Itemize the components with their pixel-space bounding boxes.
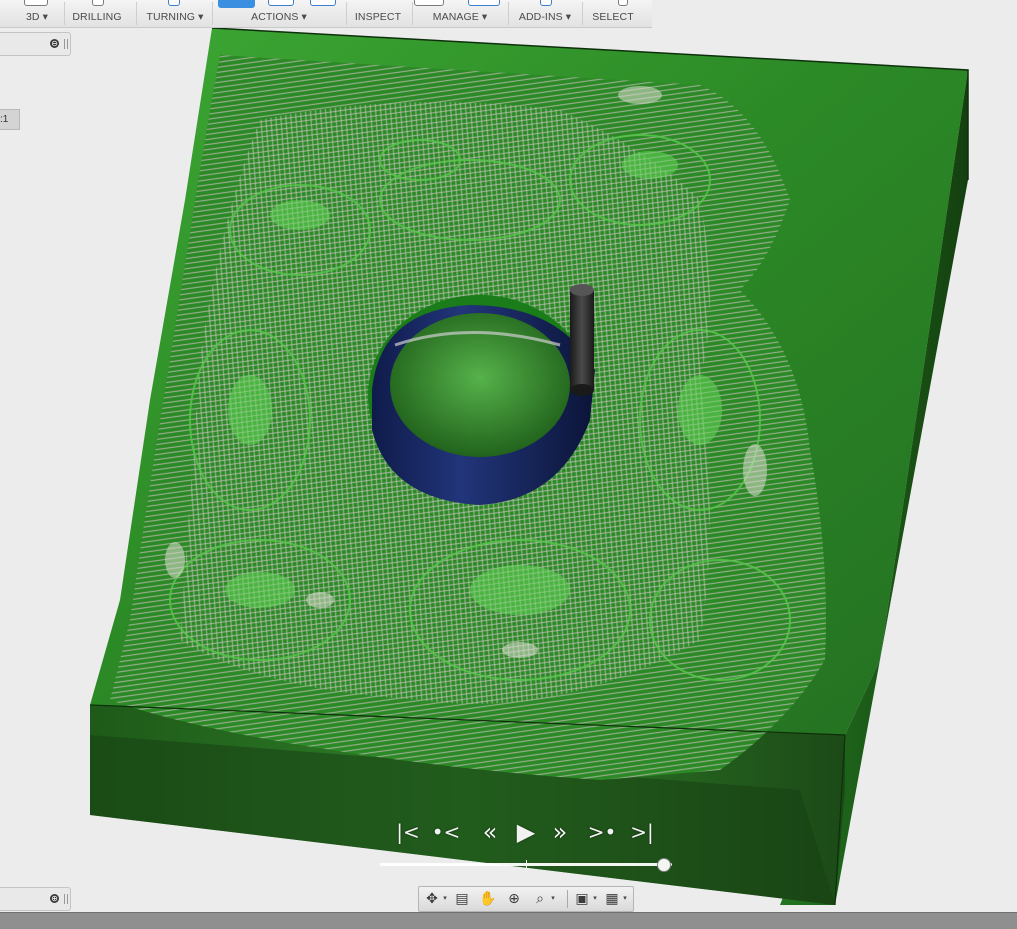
stock-model-render[interactable] [0, 0, 1017, 912]
tool-library-icon[interactable] [414, 0, 444, 6]
toolbar-label: ADD-INS ▾ [518, 11, 572, 23]
cutting-tool [570, 284, 594, 396]
toolbar-label: 3D ▾ [25, 11, 48, 23]
go-to-end-button[interactable]: >| [628, 815, 656, 849]
previous-operation-button[interactable]: •< [430, 815, 462, 849]
comments-panel-tab[interactable]: ⊕ [0, 887, 71, 911]
zoom-icon[interactable]: ⊕ [503, 889, 525, 909]
toolbar-label: INSPECT [354, 11, 402, 23]
toolbar-addins-dropdown[interactable]: ADD-INS ▾ [510, 0, 580, 27]
navigation-bar: ✥ ▾ ▤ ✋ ⊕ ⌕ ▾ ▣ ▾ ▦ ▾ [418, 886, 634, 912]
simulation-timeline[interactable] [380, 858, 672, 872]
toolbar-3d-dropdown[interactable]: 3D ▾ [14, 0, 60, 27]
play-button[interactable]: ▶ [512, 815, 540, 849]
chevron-down-icon[interactable]: ▾ [621, 889, 629, 909]
workspace-toolbar: 3D ▾ DRILLING TURNING ▾ ACTIONS ▾ INSPEC… [0, 0, 652, 28]
cursor-arrow-icon [618, 0, 628, 6]
step-forward-button[interactable]: » [546, 815, 574, 849]
next-operation-button[interactable]: >• [586, 815, 618, 849]
chevron-down-icon[interactable]: ▾ [549, 889, 557, 909]
toolbar-label: MANAGE ▾ [432, 11, 488, 23]
expand-circle-icon[interactable]: ⊕ [50, 894, 59, 903]
panel-grip-icon[interactable] [64, 39, 68, 49]
simulate-icon[interactable] [218, 0, 255, 8]
toolbar-label: SELECT [592, 11, 634, 23]
zoom-window-icon[interactable]: ⌕ [529, 889, 551, 909]
collapse-circle-icon[interactable]: ⊖ [50, 39, 59, 48]
canvas-viewport[interactable] [0, 0, 1017, 912]
go-to-start-button[interactable]: |< [394, 815, 422, 849]
step-back-button[interactable]: « [476, 815, 504, 849]
drill-icon [92, 0, 104, 6]
3d-milling-icon [24, 0, 48, 6]
toolbar-label: DRILLING [72, 11, 122, 23]
browser-panel-tab[interactable]: ⊖ [0, 32, 71, 56]
status-strip [0, 912, 1017, 929]
simulation-player: |< •< « ▶ » >• >| [394, 815, 660, 849]
setup-sheet-icon[interactable] [310, 0, 336, 6]
toolbar-label: TURNING ▾ [146, 11, 204, 23]
toolbar-select-dropdown[interactable]: SELECT [584, 0, 642, 27]
addins-gear-icon [540, 0, 552, 6]
turning-icon [168, 0, 180, 6]
look-at-icon[interactable]: ▤ [451, 889, 473, 909]
display-settings-icon[interactable]: ▣ [571, 889, 593, 909]
chevron-down-icon[interactable]: ▾ [441, 889, 449, 909]
template-library-icon[interactable] [468, 0, 500, 6]
toolbar-drilling-dropdown[interactable]: DRILLING [66, 0, 128, 27]
toolbar-turning-dropdown[interactable]: TURNING ▾ [140, 0, 210, 27]
chevron-down-icon[interactable]: ▾ [591, 889, 599, 909]
pan-hand-icon[interactable]: ✋ [477, 889, 499, 909]
post-process-icon[interactable] [268, 0, 294, 6]
toolbar-inspect-dropdown[interactable]: INSPECT [348, 0, 408, 27]
panel-grip-icon[interactable] [64, 894, 68, 904]
toolbar-label: ACTIONS ▾ [251, 11, 307, 23]
toolbar-manage-dropdown[interactable]: MANAGE ▾ [414, 0, 506, 27]
grid-icon[interactable]: ▦ [601, 889, 623, 909]
orbit-icon[interactable]: ✥ [421, 889, 443, 909]
timeline-marker [526, 860, 527, 869]
toolbar-actions-dropdown[interactable]: ACTIONS ▾ [214, 0, 344, 27]
scale-indicator: :1 [0, 109, 20, 130]
